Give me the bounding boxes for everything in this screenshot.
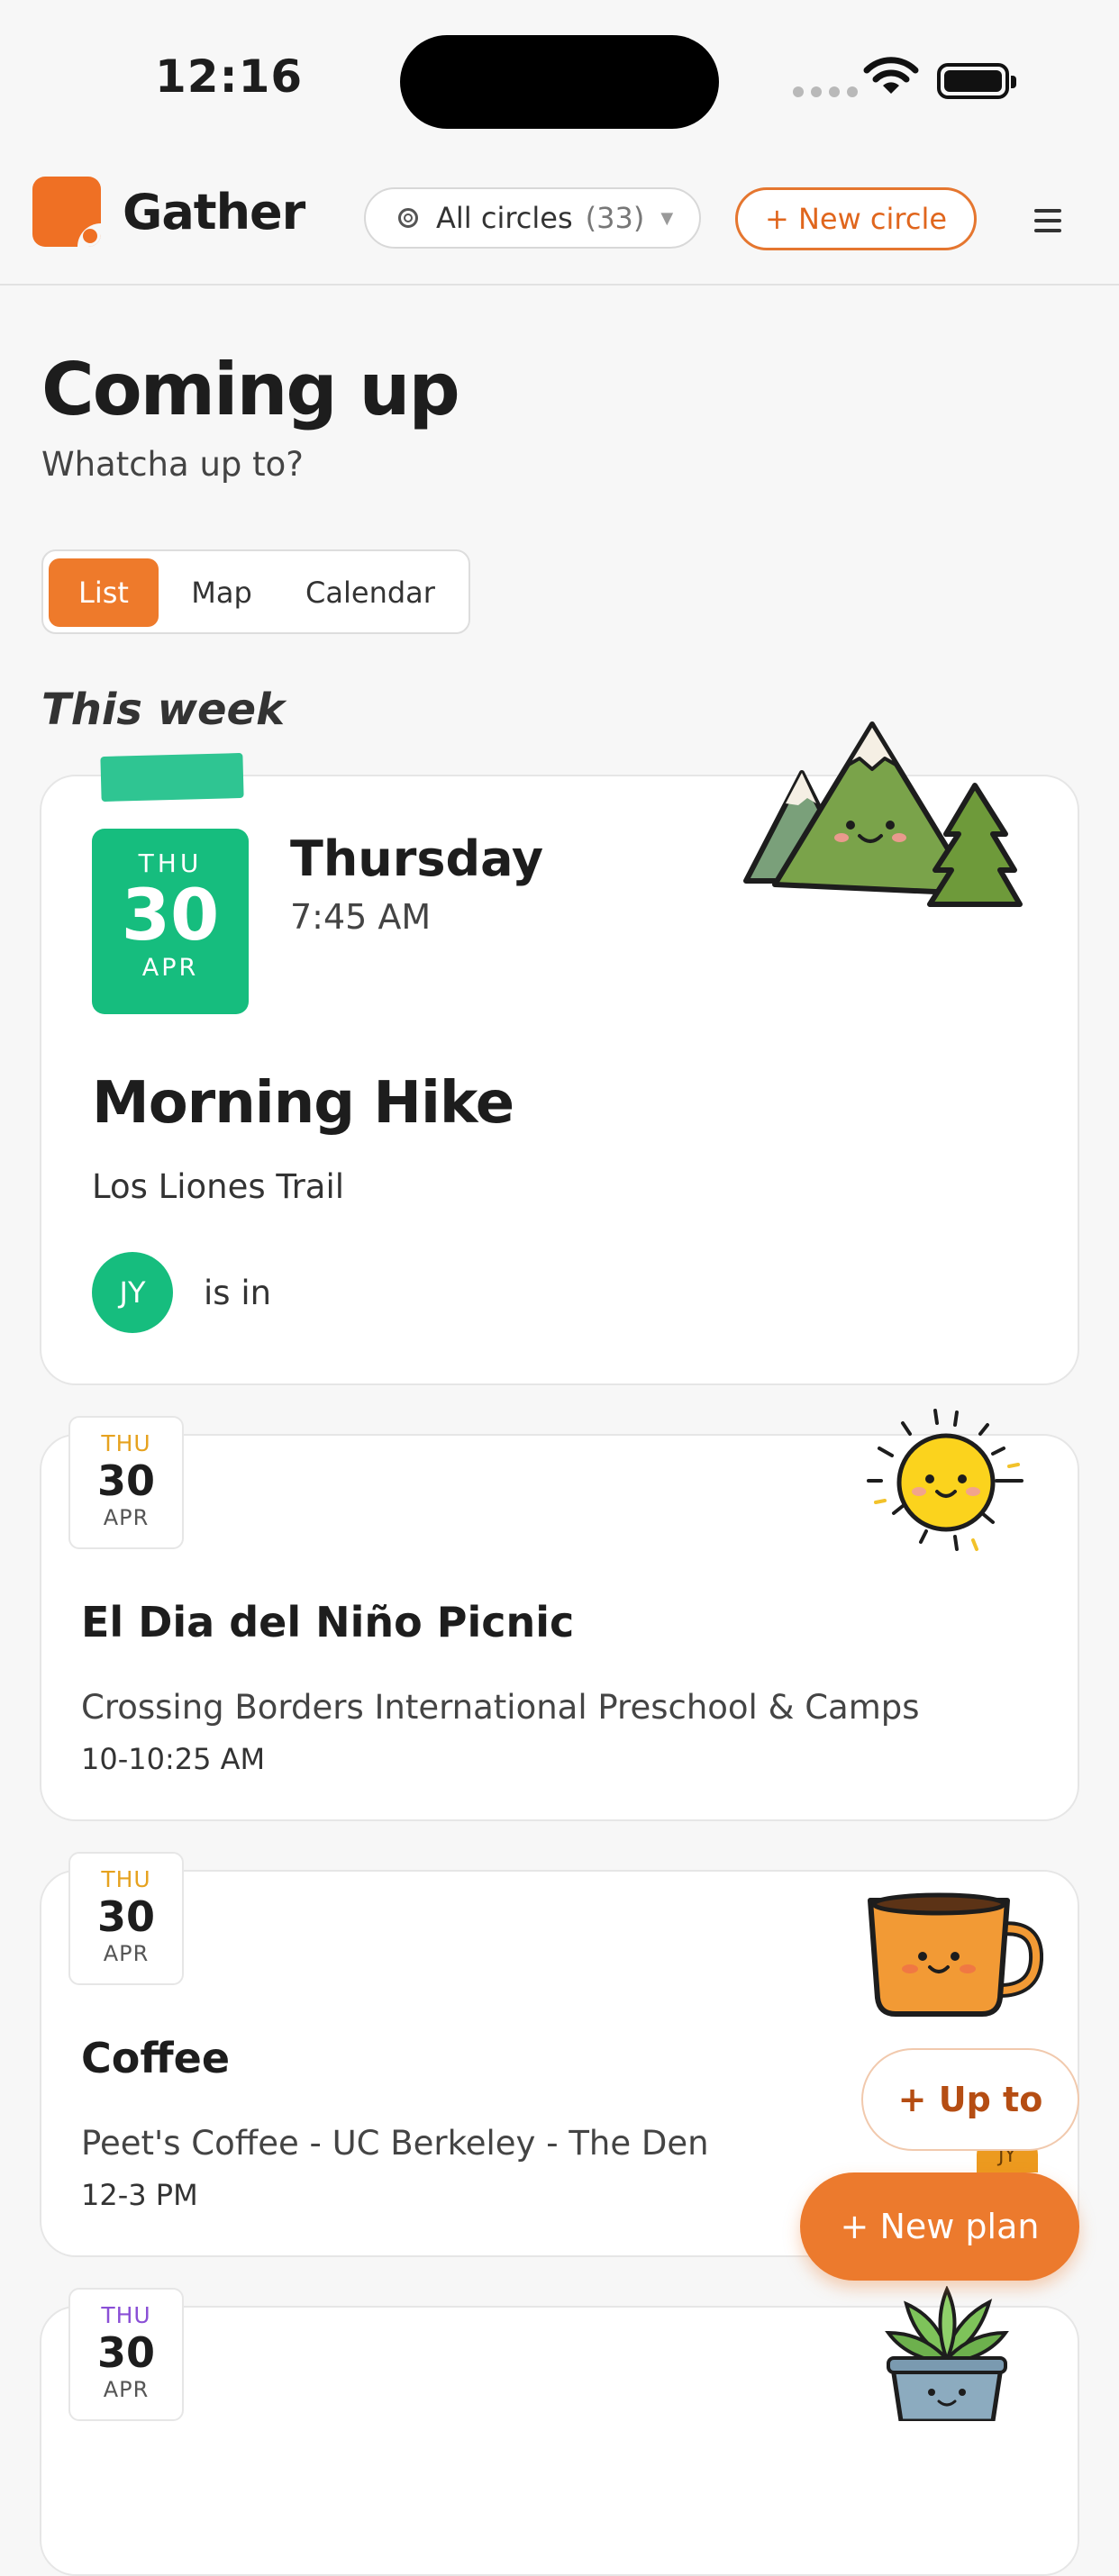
app-title[interactable]: Gather [123,184,305,240]
potted-plant-icon [885,2286,1009,2421]
status-time: 12:16 [155,50,304,103]
date-month: APR [103,1505,150,1530]
date-month: APR [103,1941,150,1966]
attendee-status: is in [204,1274,272,1312]
date-day: 30 [96,1456,155,1505]
dynamic-island [400,35,719,129]
event-location: Crossing Borders International Preschool… [81,1688,920,1727]
date-dow: THU [101,1430,151,1456]
circle-filter-dropdown[interactable]: All circles (33) ▼ [364,187,701,249]
event-time: 12-3 PM [81,2178,198,2212]
tab-map[interactable]: Map [168,558,276,627]
date-day: 30 [121,875,220,957]
signal-icon [793,86,858,97]
page-title: Coming up [41,348,460,431]
hamburger-menu-icon[interactable] [1034,209,1061,239]
date-dow: THU [101,1866,151,1892]
up-to-button[interactable]: + Up to [861,2048,1079,2151]
app-header: Gather All circles (33) ▼ + New circle [0,153,1119,286]
circles-icon [398,208,418,228]
event-title: El Dia del Niño Picnic [81,1598,575,1646]
date-month: APR [141,954,199,982]
circle-filter-label: All circles [436,201,573,235]
section-label: This week [41,685,286,735]
tape-decoration [100,752,244,803]
event-location: Los Liones Trail [92,1167,345,1206]
date-dow: THU [138,848,203,878]
view-tabs: List Map Calendar [41,549,470,634]
wifi-icon [863,57,919,94]
new-plan-button[interactable]: + New plan [800,2172,1079,2281]
event-time: 10-10:25 AM [81,1742,266,1776]
circle-filter-count: (33) [585,201,645,235]
event-title: Coffee [81,2034,231,2082]
date-dow: THU [101,2302,151,2328]
date-badge: THU 30 APR [68,1852,184,1985]
date-badge: THU 30 APR [68,1416,184,1549]
event-title: Morning Hike [92,1070,514,1137]
event-location: Peet's Coffee - UC Berkeley - The Den [81,2124,709,2163]
page-subtitle: Whatcha up to? [41,445,304,484]
chevron-down-icon: ▼ [660,208,674,228]
coffee-mug-icon [868,1892,1043,2017]
date-day: 30 [96,1892,155,1941]
date-badge: THU 30 APR [92,829,249,1014]
tab-calendar[interactable]: Calendar [285,558,456,627]
date-badge: THU 30 APR [68,2288,184,2421]
sun-icon [867,1409,1023,1551]
event-weekday: Thursday [290,830,544,887]
tab-list[interactable]: List [49,558,159,627]
date-day: 30 [96,2328,155,2377]
date-month: APR [103,2377,150,2402]
avatar[interactable]: JY [92,1252,173,1333]
battery-icon [937,63,1016,99]
mountains-icon [743,721,1023,907]
event-time: 7:45 AM [290,897,432,937]
gather-logo-icon[interactable] [32,177,101,247]
new-circle-button[interactable]: + New circle [735,187,977,250]
